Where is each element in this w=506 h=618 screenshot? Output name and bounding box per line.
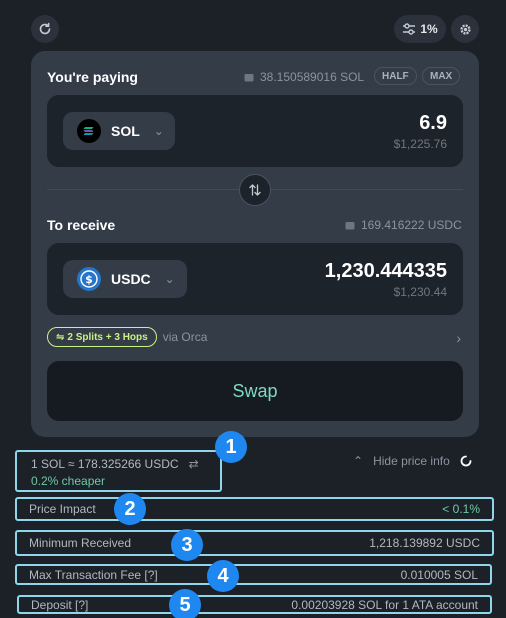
paying-input-box: SOL ⌄ 6.9 $1,225.76 <box>47 95 463 167</box>
paying-amount-usd: $1,225.76 <box>393 137 447 151</box>
route-via: via Orca <box>162 330 208 344</box>
loading-icon <box>460 455 472 467</box>
deposit-row: Deposit [?] 0.00203928 SOL for 1 ATA acc… <box>17 595 492 614</box>
max-transaction-fee-row: Max Transaction Fee [?] 0.010005 SOL <box>15 564 492 585</box>
receive-token-selector[interactable]: $ USDC ⌄ <box>63 260 187 298</box>
svg-text:$: $ <box>85 273 93 286</box>
minimum-received-value: 1,218.139892 USDC <box>369 536 480 550</box>
receive-token-symbol: USDC <box>111 271 151 287</box>
receive-amount: 1,230.444335 $1,230.44 <box>325 259 447 299</box>
swap-button[interactable]: Swap <box>47 361 463 421</box>
paying-amount-value: 6.9 <box>419 112 447 134</box>
minimum-received-label: Minimum Received <box>29 536 132 550</box>
receive-balance: 169.416222 USDC <box>345 218 462 232</box>
paying-token-symbol: SOL <box>111 123 140 139</box>
price-rate-box: 1 SOL ≈ 178.325266 USDC ⇄ 0.2% cheaper <box>15 450 222 492</box>
wallet-icon <box>244 73 254 81</box>
receive-amount-value: 1,230.444335 <box>324 260 447 282</box>
price-impact-value: < 0.1% <box>442 502 480 516</box>
chevron-up-icon: ⌃ <box>353 454 364 468</box>
price-impact-row: Price Impact < 0.1% <box>15 497 494 521</box>
hide-price-info-label: Hide price info <box>373 454 450 468</box>
route-badge-label: 2 Splits + 3 Hops <box>67 331 148 343</box>
swap-card: You're paying 38.150589016 SOL HALF MAX … <box>31 51 479 437</box>
usdc-logo-icon: $ <box>77 267 101 291</box>
wallet-icon <box>345 221 355 229</box>
swap-arrows-icon <box>249 184 261 196</box>
route-icon: ⇋ <box>56 331 65 343</box>
swap-rate-icon[interactable]: ⇄ <box>189 457 199 471</box>
switch-direction-button[interactable] <box>239 174 271 206</box>
half-button[interactable]: HALF <box>374 67 417 85</box>
chevron-right-icon[interactable]: › <box>456 330 461 346</box>
price-impact-label: Price Impact <box>29 502 96 516</box>
receive-label: To receive <box>47 217 116 233</box>
annotation-badge-4: 4 <box>207 560 239 592</box>
paying-amount[interactable]: 6.9 $1,225.76 <box>394 111 447 151</box>
route-badge: ⇋ 2 Splits + 3 Hops <box>47 327 157 347</box>
deposit-label[interactable]: Deposit [?] <box>31 598 88 612</box>
annotation-badge-2: 2 <box>114 493 146 525</box>
paying-label: You're paying <box>47 69 138 85</box>
annotation-badge-3: 3 <box>171 529 203 561</box>
gear-icon <box>459 23 471 35</box>
refresh-icon <box>39 22 51 35</box>
minimum-received-row: Minimum Received 1,218.139892 USDC <box>15 530 494 556</box>
swap-page: 1% You're paying 38.150589016 SOL HALF M… <box>0 0 506 618</box>
paying-token-selector[interactable]: SOL ⌄ <box>63 112 175 150</box>
slippage-button[interactable]: 1% <box>394 15 446 43</box>
price-rate: 1 SOL ≈ 178.325266 USDC <box>31 457 179 471</box>
paying-balance: 38.150589016 SOL <box>244 70 364 84</box>
price-cheaper: 0.2% cheaper <box>31 474 106 488</box>
annotation-badge-5: 5 <box>169 589 201 618</box>
receive-balance-value: 169.416222 USDC <box>361 218 462 232</box>
route-info[interactable]: ⇋ 2 Splits + 3 Hops via Orca <box>47 327 207 347</box>
deposit-value: 0.00203928 SOL for 1 ATA account <box>291 597 478 612</box>
max-button[interactable]: MAX <box>422 67 461 85</box>
annotation-badge-1: 1 <box>215 431 247 463</box>
chevron-down-icon: ⌄ <box>153 124 164 138</box>
refresh-button[interactable] <box>31 15 59 43</box>
max-transaction-fee-value: 0.010005 SOL <box>400 567 478 582</box>
solana-logo-icon <box>77 119 101 143</box>
paying-balance-value: 38.150589016 SOL <box>260 70 365 84</box>
receive-amount-usd: $1,230.44 <box>393 285 447 299</box>
chevron-down-icon: ⌄ <box>164 272 175 286</box>
settings-button[interactable] <box>451 15 479 43</box>
max-transaction-fee-label[interactable]: Max Transaction Fee [?] <box>29 568 158 582</box>
sliders-icon <box>403 23 416 35</box>
hide-price-info-toggle[interactable]: ⌃ Hide price info <box>353 454 472 468</box>
slippage-value: 1% <box>420 22 438 36</box>
receive-input-box: $ USDC ⌄ 1,230.444335 $1,230.44 <box>47 243 463 315</box>
